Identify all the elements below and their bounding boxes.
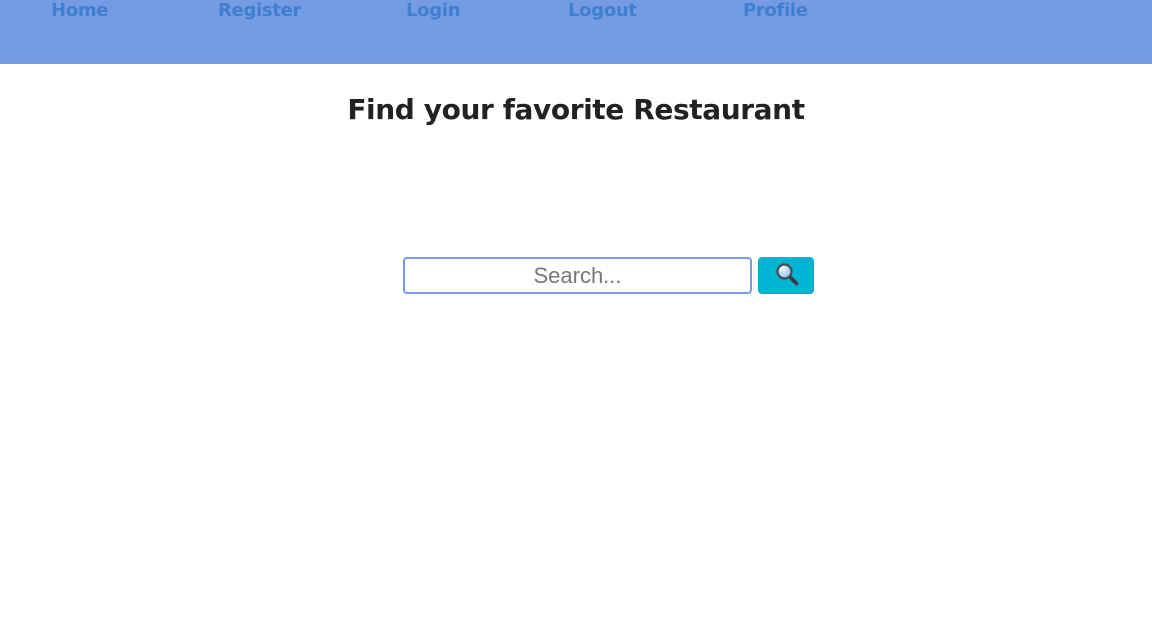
nav-link-logout[interactable]: Logout (568, 0, 637, 22)
page-title: Find your favorite Restaurant (347, 93, 805, 126)
magnifying-glass-icon (776, 263, 799, 286)
nav-link-profile[interactable]: Profile (743, 0, 808, 22)
nav-link-login[interactable]: Login (406, 0, 461, 22)
top-navbar: Home Register Login Logout Profile (0, 0, 1152, 64)
nav-link-register[interactable]: Register (218, 0, 301, 22)
search-button[interactable] (758, 257, 814, 294)
nav-link-home[interactable]: Home (51, 0, 109, 22)
search-input[interactable] (403, 257, 752, 294)
